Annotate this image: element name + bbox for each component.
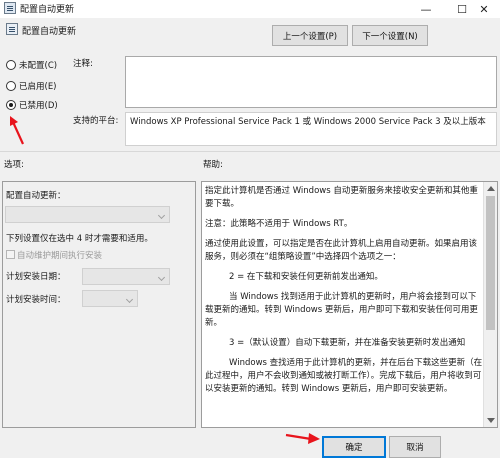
help-paragraph: 2 = 在下载和安装任何更新前发出通知。: [229, 272, 383, 282]
radio-circle[interactable]: [6, 81, 16, 91]
comment-label: 注释:: [73, 59, 93, 69]
policy-icon: [4, 2, 16, 14]
setting-title: 配置自动更新: [22, 27, 77, 37]
window-title: 配置自动更新: [20, 5, 75, 15]
scroll-down-icon[interactable]: [487, 418, 495, 423]
ok-button[interactable]: 确定: [322, 436, 386, 458]
radio-circle-selected[interactable]: [6, 100, 16, 110]
cancel-button[interactable]: 取消: [389, 436, 441, 458]
radio-disabled[interactable]: 已禁用(D): [6, 99, 58, 111]
help-paragraph: 通过使用此设置，可以指定是否在此计算机上启用自动更新。如果启用该服务，则必须在“…: [205, 239, 478, 262]
configure-updates-dropdown[interactable]: [5, 206, 170, 223]
options-description: 下列设置仅在选中 4 时才需要和适用。: [6, 234, 153, 244]
help-text: 指定此计算机是否通过 Windows 自动更新服务来接收安全更新和其他重要下载。…: [205, 185, 483, 403]
help-label: 帮助:: [203, 160, 223, 170]
options-pane: 配置自动更新： 下列设置仅在选中 4 时才需要和适用。 自动维护期间执行安装 计…: [2, 181, 196, 428]
scroll-up-icon[interactable]: [487, 186, 495, 191]
help-paragraph: 注意：此策略不适用于 Windows RT。: [205, 219, 353, 229]
scroll-thumb[interactable]: [486, 196, 495, 330]
close-button[interactable]: ✕: [468, 0, 500, 18]
install-time-dropdown[interactable]: [82, 290, 138, 307]
help-paragraph: Windows 查找适用于此计算机的更新，并在后台下载这些更新（在此过程中，用户…: [205, 358, 483, 394]
radio-label: 已启用(E): [19, 82, 57, 92]
radio-circle[interactable]: [6, 60, 16, 70]
install-time-label: 计划安装时间：: [6, 295, 66, 305]
setting-icon: [6, 23, 18, 35]
next-setting-button[interactable]: 下一个设置(N): [352, 25, 428, 46]
previous-setting-button[interactable]: 上一个设置(P): [272, 25, 348, 46]
title-bar: 配置自动更新 — ☐ ✕: [0, 0, 500, 18]
help-scrollbar[interactable]: [483, 182, 497, 427]
maintenance-checkbox-label: 自动维护期间执行安装: [17, 251, 103, 261]
minimize-button[interactable]: —: [408, 0, 444, 18]
radio-not-configured[interactable]: 未配置(C): [6, 59, 57, 71]
maintenance-checkbox[interactable]: [6, 250, 15, 259]
help-paragraph: 指定此计算机是否通过 Windows 自动更新服务来接收安全更新和其他重要下载。: [205, 186, 478, 209]
options-label: 选项:: [4, 160, 24, 170]
install-day-dropdown[interactable]: [82, 268, 170, 285]
radio-label: 未配置(C): [19, 61, 58, 71]
annotation-arrow-icon: [285, 433, 320, 444]
radio-label: 已禁用(D): [19, 101, 58, 111]
annotation-arrow-icon: [10, 116, 25, 145]
help-paragraph: 3 =（默认设置）自动下载更新，并在准备安装更新时发出通知: [229, 338, 466, 348]
configure-updates-label: 配置自动更新：: [6, 191, 66, 201]
install-day-label: 计划安装日期：: [6, 272, 66, 282]
platform-label: 支持的平台:: [73, 116, 119, 126]
comment-textarea[interactable]: [125, 56, 497, 108]
help-paragraph: 当 Windows 找到适用于此计算机的更新时，用户将会接到可以下载更新的通知。…: [205, 292, 478, 328]
radio-enabled[interactable]: 已启用(E): [6, 80, 57, 92]
divider: [0, 151, 500, 152]
platform-field: Windows XP Professional Service Pack 1 或…: [125, 112, 497, 146]
help-pane[interactable]: 指定此计算机是否通过 Windows 自动更新服务来接收安全更新和其他重要下载。…: [201, 181, 498, 428]
